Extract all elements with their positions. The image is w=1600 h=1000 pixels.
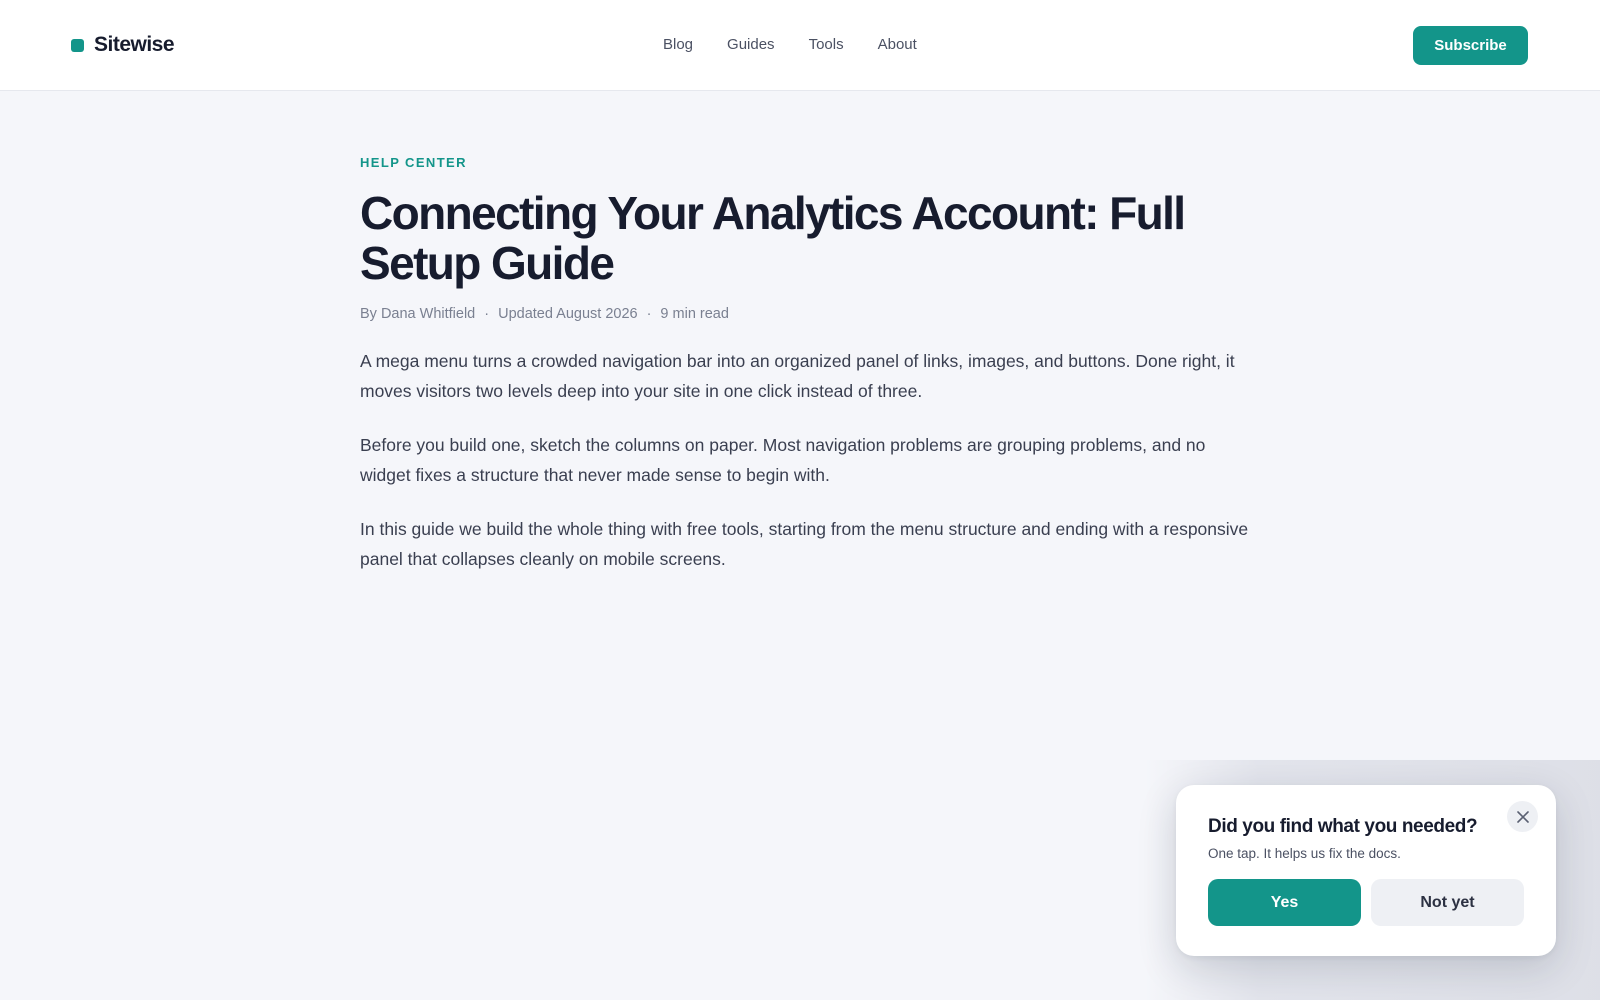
article-author: By Dana Whitfield <box>360 306 476 322</box>
meta-separator: · <box>484 306 490 322</box>
brand-name: Sitewise <box>94 33 175 56</box>
close-button[interactable] <box>1507 801 1538 832</box>
article-body: A mega menu turns a crowded navigation b… <box>360 346 1250 574</box>
feedback-subtitle: One tap. It helps us fix the docs. <box>1208 846 1401 861</box>
article-paragraph: A mega menu turns a crowded navigation b… <box>360 351 1235 401</box>
article-kicker: HELP CENTER <box>360 155 467 170</box>
article-paragraph: Before you build one, sketch the columns… <box>360 435 1206 485</box>
feedback-yes-button[interactable]: Yes <box>1208 879 1361 926</box>
article-read-time: 9 min read <box>660 306 729 322</box>
meta-separator: · <box>646 306 652 322</box>
site-header: Sitewise Blog Guides Tools About Subscri… <box>0 0 1600 91</box>
article-paragraph: In this guide we build the whole thing w… <box>360 519 1249 569</box>
article-title: Connecting Your Analytics Account: Full … <box>360 187 1186 289</box>
nav-link-guides[interactable]: Guides <box>727 36 775 53</box>
close-icon <box>1516 810 1529 823</box>
nav-link-about[interactable]: About <box>878 36 917 53</box>
article-updated-date: Updated August 2026 <box>498 306 638 322</box>
brand-dot-icon <box>71 38 84 52</box>
feedback-title: Did you find what you needed? <box>1208 816 1478 837</box>
nav-link-blog[interactable]: Blog <box>663 36 693 53</box>
article-meta: By Dana Whitfield · Updated August 2026 … <box>360 306 1250 322</box>
feedback-popup: Did you find what you needed? One tap. I… <box>1176 785 1556 956</box>
feedback-not-yet-button[interactable]: Not yet <box>1371 879 1524 926</box>
main-nav: Blog Guides Tools About <box>663 36 951 53</box>
article: HELP CENTER Connecting Your Analytics Ac… <box>360 155 1250 598</box>
brand-logo[interactable]: Sitewise <box>71 33 175 57</box>
subscribe-button[interactable]: Subscribe <box>1413 26 1528 65</box>
nav-link-tools[interactable]: Tools <box>809 36 844 53</box>
